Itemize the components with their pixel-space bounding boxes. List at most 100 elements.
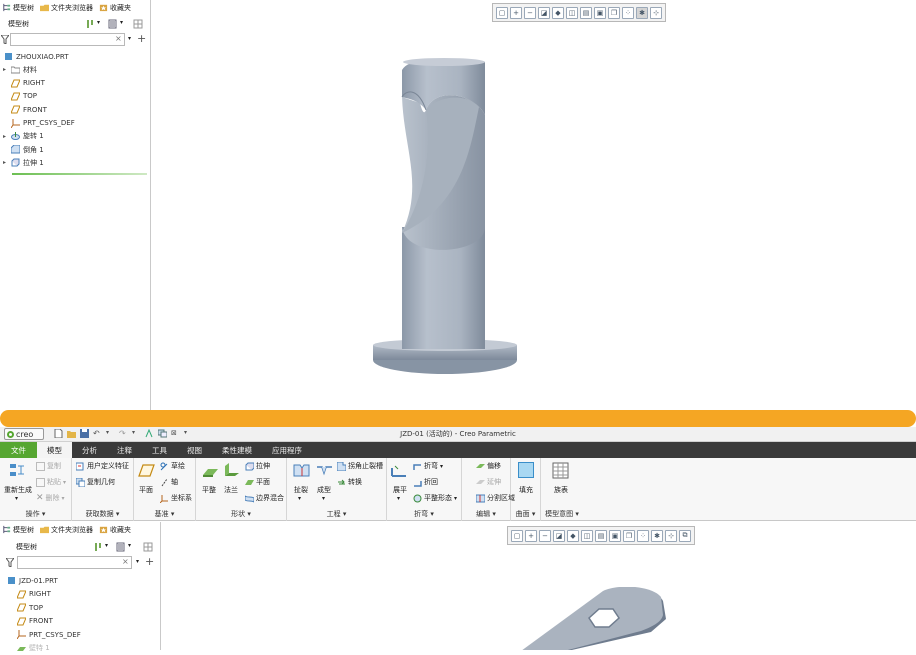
menu-tab[interactable]: 注释: [107, 442, 142, 458]
chevron-down-icon[interactable]: ▾: [15, 495, 18, 502]
fill-icon[interactable]: [518, 462, 534, 478]
chevron-down-icon[interactable]: ▾: [128, 35, 131, 42]
flat-state-button[interactable]: 平整形态 ▾: [413, 493, 457, 503]
rip-icon[interactable]: [293, 462, 310, 479]
group-label[interactable]: 形状 ▾: [196, 509, 286, 519]
tree-filter-columns-icon[interactable]: [143, 542, 153, 552]
tree-item[interactable]: ZHOUXIAO.PRT: [1, 50, 69, 63]
group-label[interactable]: 编辑 ▾: [462, 509, 510, 519]
tree-item[interactable]: FRONT: [17, 615, 53, 628]
rip-button[interactable]: 扯裂: [294, 485, 308, 495]
tree-item[interactable]: ▸ 拉伸 1: [1, 156, 44, 169]
spin-center-icon[interactable]: ✱: [651, 529, 663, 542]
chevron-down-icon[interactable]: ▾: [105, 542, 108, 549]
chevron-down-icon[interactable]: ▾: [128, 542, 131, 549]
extrude-button[interactable]: 拉伸: [245, 461, 270, 471]
planar-button[interactable]: 平面: [245, 477, 270, 487]
delete-button[interactable]: ✕ 删除 ▾: [36, 493, 65, 503]
unbend-button[interactable]: 展平: [393, 485, 407, 495]
form-icon[interactable]: [316, 462, 333, 479]
expand-arrow-icon[interactable]: ▸: [1, 66, 8, 73]
convert-button[interactable]: 转换: [337, 477, 362, 487]
unbend-icon[interactable]: [391, 462, 408, 479]
flange-wall-button[interactable]: 法兰: [224, 485, 238, 495]
expand-arrow-icon[interactable]: ▸: [1, 159, 8, 166]
display-style-icon[interactable]: ◆: [567, 529, 579, 542]
chevron-down-icon[interactable]: ▾: [322, 495, 325, 502]
chevron-down-icon[interactable]: ▾: [120, 19, 123, 26]
group-label[interactable]: 获取数据 ▾: [72, 509, 133, 519]
bend-button[interactable]: 折弯 ▾: [413, 461, 443, 471]
datum-display-icon[interactable]: ❐: [608, 6, 620, 19]
menu-tab[interactable]: 分析: [72, 442, 107, 458]
3d-part-model[interactable]: [366, 55, 526, 385]
flange-wall-icon[interactable]: [223, 462, 240, 479]
zoom-in-icon[interactable]: +: [525, 529, 537, 542]
split-area-button[interactable]: 分割区域: [476, 493, 515, 503]
regenerate-icon[interactable]: [9, 462, 26, 479]
display-style-icon[interactable]: ◆: [552, 6, 564, 19]
axis-button[interactable]: 轴: [160, 477, 178, 487]
corner-relief-button[interactable]: 拐角止裂槽: [337, 461, 383, 471]
chevron-down-icon[interactable]: ▾: [397, 495, 400, 502]
clear-search-icon[interactable]: ×: [115, 34, 122, 43]
menu-tab[interactable]: 工具: [142, 442, 177, 458]
group-label[interactable]: 基准 ▾: [134, 509, 195, 519]
group-label[interactable]: 模型意图 ▾: [541, 509, 583, 519]
repaint-icon[interactable]: ◪: [553, 529, 565, 542]
expand-arrow-icon[interactable]: ▸: [1, 133, 8, 140]
tab-folder-browser[interactable]: 文件夹浏览器: [40, 525, 93, 535]
flat-wall-icon[interactable]: [202, 462, 219, 479]
search-input[interactable]: [10, 33, 125, 46]
repaint-icon[interactable]: ◪: [538, 6, 550, 19]
group-label[interactable]: 工程 ▾: [287, 509, 386, 519]
chevron-down-icon[interactable]: ▾: [136, 558, 139, 565]
3d-sheetmetal-model[interactable]: [511, 587, 671, 650]
regenerate-button[interactable]: 重新生成: [4, 485, 32, 495]
copy-geometry-button[interactable]: 复制几何: [76, 477, 115, 487]
add-icon[interactable]: +: [137, 32, 146, 45]
annotation-display-icon[interactable]: ⁘: [622, 6, 634, 19]
zoom-out-icon[interactable]: −: [539, 529, 551, 542]
tree-show-icon[interactable]: [116, 542, 126, 552]
udf-button[interactable]: 用户定义特征: [76, 461, 129, 471]
tree-item[interactable]: FRONT: [1, 103, 47, 116]
tab-folder-browser[interactable]: 文件夹浏览器: [40, 3, 93, 13]
menu-tab[interactable]: 柔性建模: [212, 442, 262, 458]
view-manager-icon[interactable]: ▤: [595, 529, 607, 542]
search-input[interactable]: [17, 556, 132, 569]
tree-item[interactable]: ▸ 材料: [1, 63, 37, 76]
tree-item[interactable]: 壁特 1: [17, 642, 50, 655]
sheetmetal-display-icon[interactable]: ⧉: [679, 529, 691, 542]
tree-settings-icon[interactable]: [93, 542, 103, 552]
family-table-button[interactable]: 族表: [554, 485, 568, 495]
menu-tab[interactable]: 模型: [37, 442, 72, 458]
saved-orientations-icon[interactable]: ◫: [581, 529, 593, 542]
tree-item[interactable]: 倒角 1: [1, 143, 44, 156]
zoom-out-icon[interactable]: −: [524, 6, 536, 19]
menu-tab[interactable]: 应用程序: [262, 442, 312, 458]
tree-settings-icon[interactable]: [85, 19, 95, 29]
datum-plane-icon[interactable]: [138, 462, 155, 479]
tree-item[interactable]: RIGHT: [17, 588, 51, 601]
sketch-button[interactable]: 草绘: [160, 461, 185, 471]
tab-model-tree[interactable]: 模型树: [2, 525, 34, 535]
flat-wall-button[interactable]: 平整: [202, 485, 216, 495]
extend-button[interactable]: 延伸: [476, 477, 501, 487]
paste-button[interactable]: 粘贴 ▾: [36, 477, 66, 487]
top-graphics-area[interactable]: ▢ + − ◪ ◆ ◫ ▤ ▣ ❐ ⁘ ✱ ⊹: [151, 0, 916, 410]
perspective-icon[interactable]: ▣: [609, 529, 621, 542]
tree-filter-columns-icon[interactable]: [133, 19, 143, 29]
family-table-icon[interactable]: [552, 462, 569, 479]
annotation-display-icon[interactable]: ⁘: [637, 529, 649, 542]
copy-button[interactable]: 复制: [36, 461, 61, 471]
tree-item[interactable]: PRT_CSYS_DEF: [17, 628, 81, 641]
tab-model-tree[interactable]: 模型树: [2, 3, 34, 13]
tab-favorites[interactable]: 收藏夹: [99, 525, 131, 535]
bottom-graphics-area[interactable]: ▢ + − ◪ ◆ ◫ ▤ ▣ ❐ ⁘ ✱ ⊹ ⧉: [161, 522, 916, 650]
datum-display-icon[interactable]: ❐: [623, 529, 635, 542]
csys-display-icon[interactable]: ⊹: [665, 529, 677, 542]
tree-item[interactable]: PRT_CSYS_DEF: [1, 117, 75, 130]
view-manager-icon[interactable]: ▤: [580, 6, 592, 19]
spin-center-icon[interactable]: ✱: [636, 6, 648, 19]
